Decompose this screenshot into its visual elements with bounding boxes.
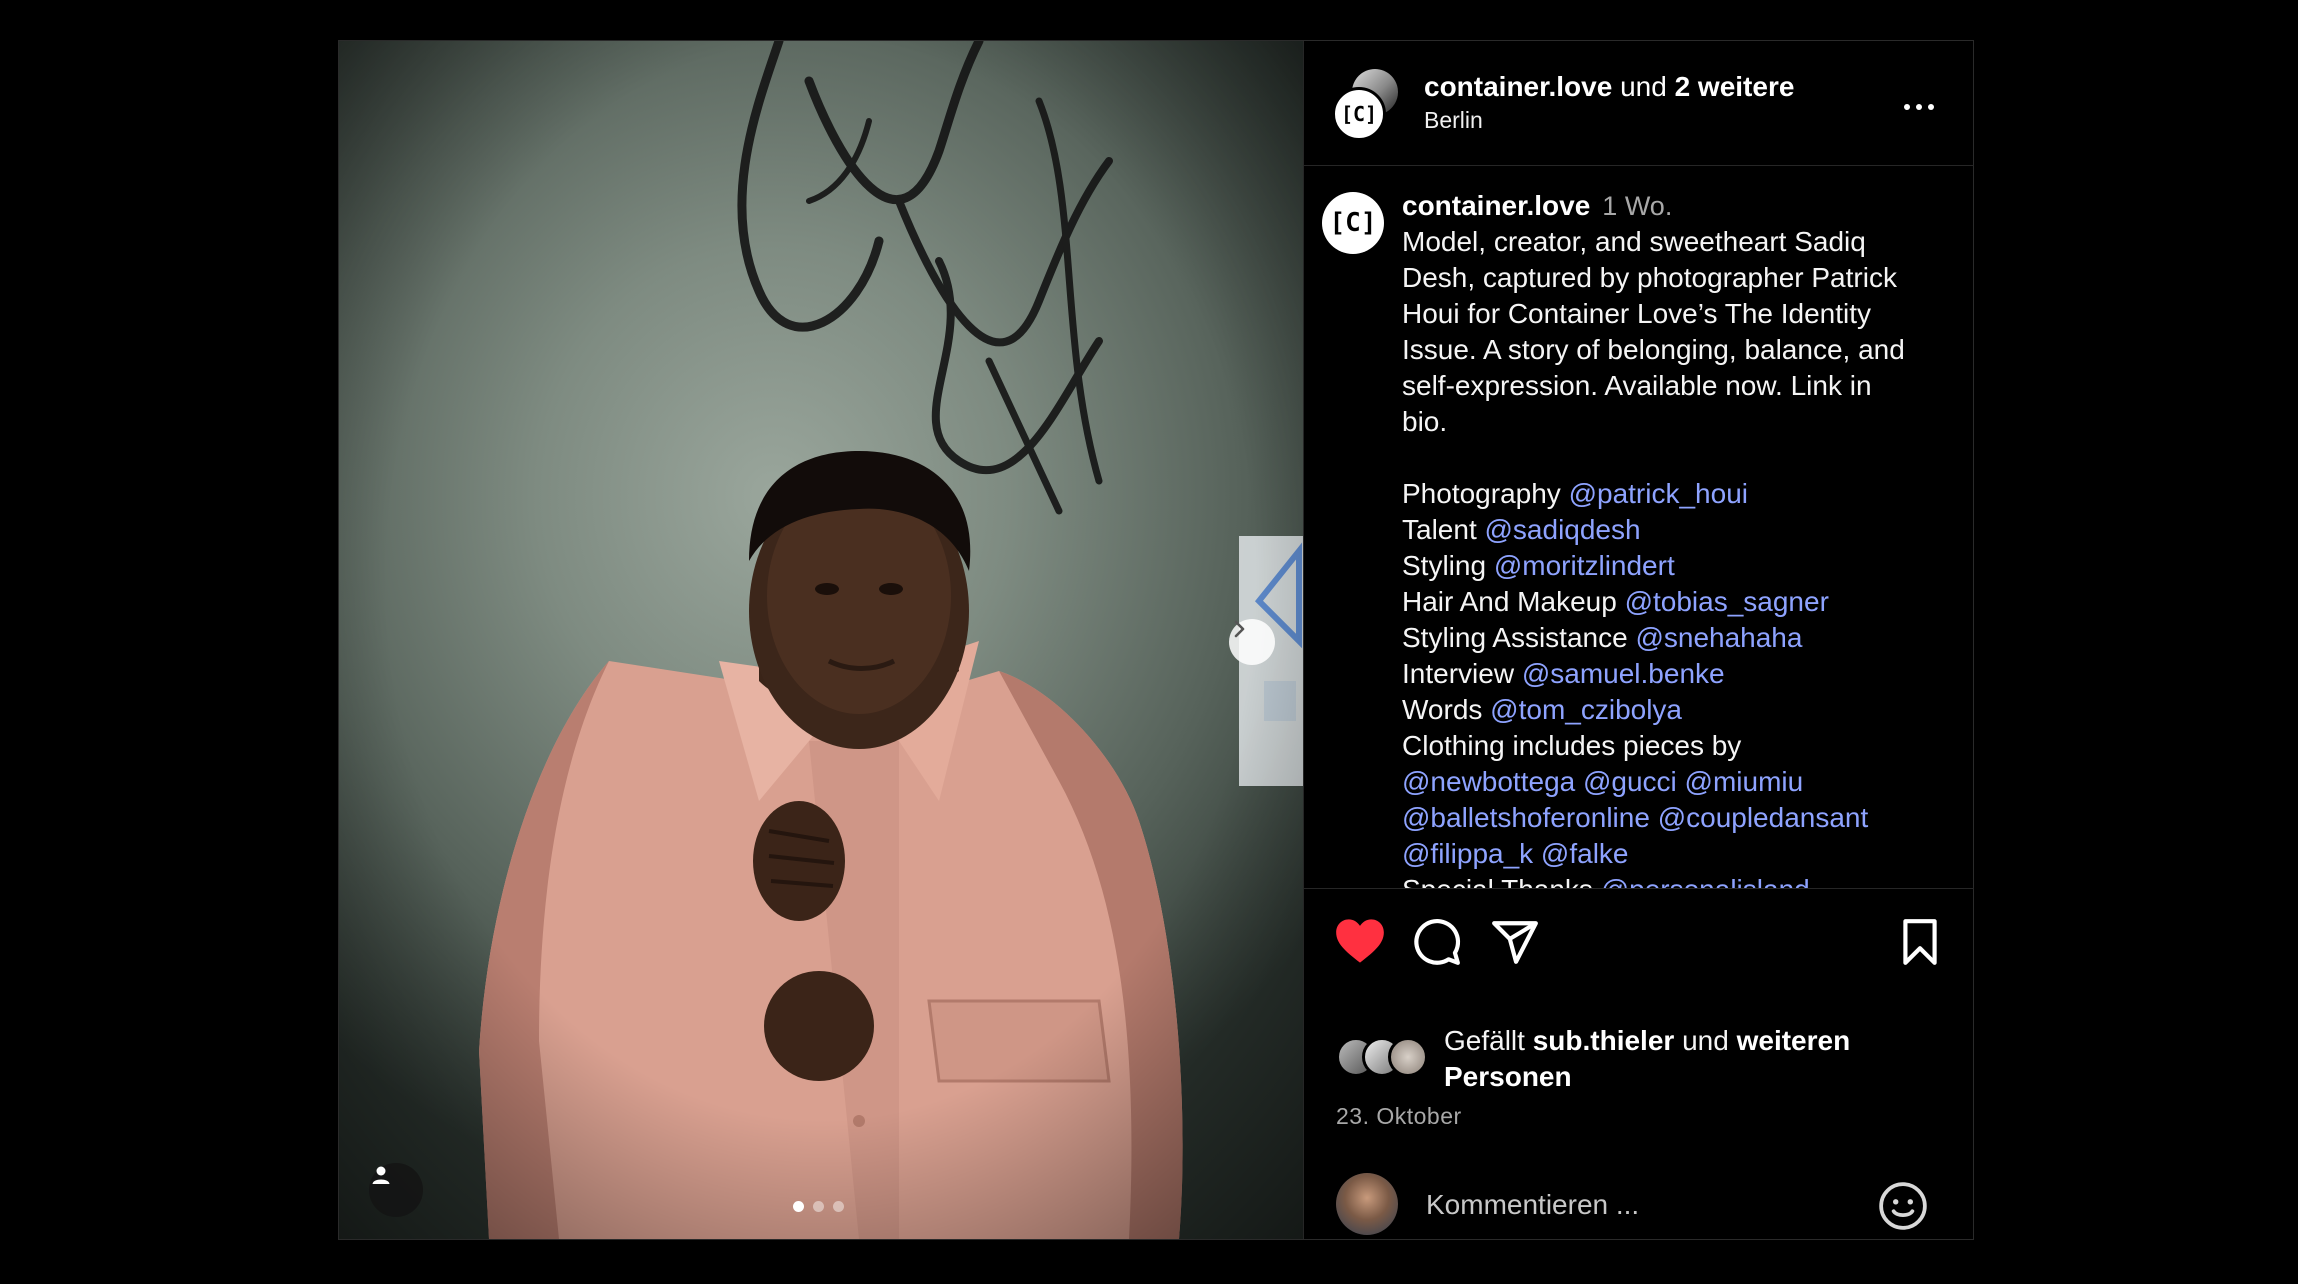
- caption-avatar[interactable]: [C]: [1322, 192, 1384, 254]
- credit-line: Words @tom_czibolya: [1402, 692, 1952, 728]
- credit-label: Hair And Makeup: [1402, 586, 1617, 617]
- header-joiner: und: [1620, 71, 1667, 102]
- mention-link[interactable]: @samuel.benke: [1522, 658, 1725, 689]
- more-options-button[interactable]: [1904, 95, 1944, 119]
- clothing-mentions[interactable]: @filippa_k @falke: [1402, 836, 1952, 872]
- caption-line: Model, creator, and sweetheart Sadiq: [1402, 226, 1866, 257]
- caption-line: Houi for Container Love’s The Identity: [1402, 298, 1872, 329]
- post-location[interactable]: Berlin: [1424, 107, 1483, 134]
- credit-line: Special Thanks @personalisland: [1402, 872, 1952, 888]
- credit-line: Photography @patrick_houi: [1402, 476, 1952, 512]
- mention-link[interactable]: @tobias_sagner: [1625, 586, 1829, 617]
- mention-link[interactable]: @moritzlindert: [1494, 550, 1675, 581]
- clothing-mentions[interactable]: @newbottega @gucci @miumiu: [1402, 764, 1952, 800]
- mention-link[interactable]: @snehahaha: [1635, 622, 1802, 653]
- caption-username[interactable]: container.love: [1402, 190, 1590, 221]
- credit-line: Talent @sadiqdesh: [1402, 512, 1952, 548]
- credit-line: Styling @moritzlindert: [1402, 548, 1952, 584]
- post-actions: Gefällt sub.thieler und weiteren Persone…: [1304, 888, 1974, 1240]
- more-icon-dot: [1916, 104, 1922, 110]
- carousel-indicator: [793, 1201, 844, 1212]
- photo-illustration: [339, 41, 1303, 1239]
- share-icon[interactable]: [1490, 919, 1540, 965]
- chevron-right-icon: [1234, 620, 1245, 638]
- author-username[interactable]: container.love: [1424, 71, 1612, 102]
- caption-line: Issue. A story of belonging, balance, an…: [1402, 334, 1905, 365]
- likes-joiner: und: [1682, 1025, 1729, 1056]
- credit-line: Interview @samuel.benke: [1402, 656, 1952, 692]
- caption-line: self-expression. Available now. Link in: [1402, 370, 1872, 401]
- post-photo[interactable]: [339, 41, 1303, 1239]
- credit-label: Interview: [1402, 658, 1515, 689]
- post-date: 23. Oktober: [1336, 1103, 1462, 1129]
- header-usernames: container.love und 2 weitere: [1424, 71, 1794, 103]
- credit-label: Photography: [1402, 478, 1561, 509]
- credit-label: Styling: [1402, 550, 1487, 581]
- liker-username[interactable]: sub.thieler: [1533, 1025, 1675, 1056]
- post-header: [C] container.love und 2 weitere Berlin: [1304, 41, 1974, 166]
- carousel-dot: [793, 1201, 804, 1212]
- author-avatar[interactable]: [C]: [1332, 87, 1386, 141]
- credit-line: Hair And Makeup @tobias_sagner: [1402, 584, 1952, 620]
- mention-link[interactable]: @patrick_houi: [1569, 478, 1748, 509]
- clothing-mentions[interactable]: @balletshoferonline @coupledansant: [1402, 800, 1952, 836]
- credit-label: Special Thanks: [1402, 874, 1593, 888]
- mention-link[interactable]: @personalisland: [1601, 874, 1810, 888]
- caption-area[interactable]: [C] container.love 1 Wo. Model, creator, …: [1304, 166, 1974, 888]
- next-image-button[interactable]: [1229, 619, 1275, 665]
- current-user-avatar: [1336, 1173, 1398, 1235]
- carousel-dot: [813, 1201, 824, 1212]
- comment-icon[interactable]: [1412, 917, 1462, 967]
- collaborators-link[interactable]: 2 weitere: [1675, 71, 1795, 102]
- more-icon-dot: [1928, 104, 1934, 110]
- mention-link[interactable]: @sadiqdesh: [1485, 514, 1641, 545]
- post-side-panel: [C] container.love und 2 weitere Berlin …: [1303, 41, 1974, 1239]
- more-icon-dot: [1904, 104, 1910, 110]
- caption-time: 1 Wo.: [1602, 191, 1673, 221]
- bookmark-icon[interactable]: [1898, 917, 1942, 967]
- user-icon: [372, 1166, 390, 1184]
- tagged-users-button[interactable]: [369, 1163, 423, 1217]
- heart-icon[interactable]: [1334, 917, 1386, 965]
- clothing-label: Clothing includes pieces by: [1402, 730, 1742, 761]
- likes-prefix: Gefällt: [1444, 1025, 1525, 1056]
- credit-label: Words: [1402, 694, 1483, 725]
- comment-input[interactable]: [1424, 1181, 1848, 1229]
- caption-line: Desh, captured by photographer Patrick: [1402, 262, 1897, 293]
- likes-summary[interactable]: Gefällt sub.thieler und weiteren Persone…: [1444, 1023, 1904, 1095]
- credit-line: Styling Assistance @snehahaha: [1402, 620, 1952, 656]
- caption-text: container.love 1 Wo. Model, creator, and …: [1402, 188, 1952, 888]
- emoji-icon[interactable]: [1878, 1181, 1928, 1231]
- liker-avatars[interactable]: [1336, 1037, 1428, 1077]
- mention-link[interactable]: @tom_czibolya: [1490, 694, 1682, 725]
- caption-line: bio.: [1402, 406, 1448, 437]
- carousel-dot: [833, 1201, 844, 1212]
- credit-label: Styling Assistance: [1402, 622, 1628, 653]
- credit-label: Talent: [1402, 514, 1477, 545]
- comment-composer: [1304, 1173, 1974, 1240]
- liker-avatar: [1388, 1037, 1428, 1077]
- post-modal: [C] container.love und 2 weitere Berlin …: [338, 40, 1974, 1240]
